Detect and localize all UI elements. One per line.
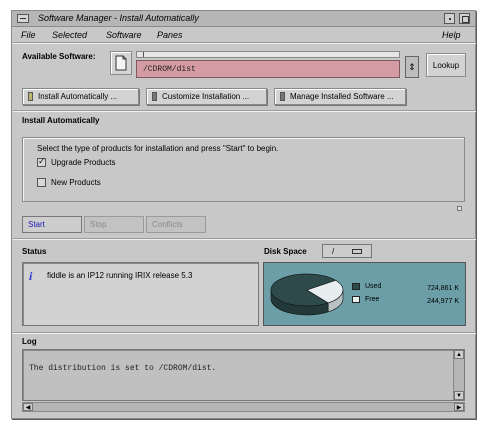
dropdown-indicator-icon: [352, 248, 363, 254]
up-down-arrows-icon: ⇕: [408, 61, 416, 72]
manage-installed-software-label: Manage Installed Software ...: [290, 92, 394, 101]
disk-space-heading: Disk Space: [264, 247, 307, 256]
divider: [13, 238, 476, 240]
instructions-text: Select the type of products for installa…: [37, 144, 279, 153]
menu-file[interactable]: File: [21, 30, 36, 40]
document-icon: [115, 55, 127, 71]
disk-space-panel: Used 724,861 K Free 244,977 K: [263, 262, 466, 326]
menu-selected[interactable]: Selected: [52, 30, 87, 40]
customize-installation-label: Customize Installation ...: [162, 92, 250, 101]
available-software-label: Available Software:: [22, 52, 96, 61]
new-products-label: New Products: [51, 178, 101, 187]
log-text: The distribution is set to /CDROM/dist.: [29, 364, 217, 373]
software-path-field[interactable]: /CDROM/dist: [136, 51, 400, 78]
selected-indicator-icon: [28, 92, 33, 101]
free-swatch: [352, 296, 360, 303]
upgrade-products-checkbox[interactable]: [37, 156, 46, 167]
product-type-panel: Select the type of products for installa…: [22, 137, 465, 202]
minimize-button[interactable]: [444, 13, 455, 24]
conflicts-button[interactable]: Conflicts: [146, 216, 206, 233]
new-products-checkbox[interactable]: [37, 178, 46, 187]
new-products-option[interactable]: New Products: [37, 178, 101, 187]
log-heading: Log: [22, 337, 37, 346]
path-history-spinner[interactable]: ⇕: [405, 56, 419, 78]
log-vertical-scrollbar[interactable]: ▲ ▼: [453, 350, 464, 400]
scroll-right-icon[interactable]: ▶: [454, 403, 464, 411]
free-label: Free: [365, 296, 380, 303]
used-value: 724,861 K: [427, 285, 459, 292]
stop-button[interactable]: Stop: [84, 216, 144, 233]
free-value: 244,977 K: [427, 298, 459, 305]
status-panel: i fiddle is an IP12 running IRIX release…: [22, 262, 259, 326]
mode-indicator-icon: [280, 92, 285, 101]
disk-selector-button[interactable]: /: [322, 244, 372, 258]
upgrade-products-option[interactable]: Upgrade Products: [37, 156, 116, 167]
pane-resize-handle[interactable]: [457, 206, 462, 211]
customize-installation-button[interactable]: Customize Installation ...: [146, 88, 267, 105]
scroll-left-icon[interactable]: ◀: [23, 403, 33, 411]
browse-folder-button[interactable]: [110, 51, 132, 75]
legend-free: Free: [352, 296, 379, 303]
status-heading: Status: [22, 247, 47, 256]
install-automatically-button[interactable]: Install Automatically ...: [22, 88, 139, 105]
scroll-down-icon[interactable]: ▼: [454, 391, 464, 400]
manage-installed-software-button[interactable]: Manage Installed Software ...: [274, 88, 406, 105]
start-button[interactable]: Start: [22, 216, 82, 233]
window-title: Software Manager - Install Automatically: [38, 13, 199, 23]
software-manager-window: Software Manager - Install Automatically…: [11, 10, 476, 419]
log-horizontal-scrollbar[interactable]: ◀ ▶: [22, 402, 465, 412]
window-menu-button[interactable]: [17, 14, 29, 23]
upgrade-products-label: Upgrade Products: [51, 158, 116, 167]
status-message: fiddle is an IP12 running IRIX release 5…: [47, 271, 193, 280]
scroll-up-icon[interactable]: ▲: [454, 350, 464, 359]
path-input[interactable]: /CDROM/dist: [136, 60, 400, 78]
mode-indicator-icon: [152, 92, 157, 101]
used-label: Used: [365, 283, 382, 290]
menu-software[interactable]: Software: [106, 30, 142, 40]
log-panel[interactable]: The distribution is set to /CDROM/dist. …: [22, 349, 465, 401]
title-bar[interactable]: Software Manager - Install Automatically: [12, 11, 475, 27]
info-icon: i: [29, 269, 33, 283]
install-automatically-heading: Install Automatically: [22, 116, 100, 125]
menu-help[interactable]: Help: [442, 30, 461, 40]
divider: [13, 42, 476, 44]
legend-used: Used: [352, 283, 381, 290]
divider: [13, 332, 476, 334]
maximize-button[interactable]: [459, 13, 470, 24]
disk-selector-label: /: [331, 246, 335, 256]
used-swatch: [352, 283, 360, 290]
disk-usage-pie-chart: [270, 273, 344, 316]
menu-panes[interactable]: Panes: [157, 30, 183, 40]
lookup-button[interactable]: Lookup: [426, 53, 466, 77]
divider: [13, 110, 476, 112]
path-ruler: [136, 51, 400, 58]
menu-bar: File Selected Software Panes Help: [12, 28, 475, 42]
install-automatically-label: Install Automatically ...: [38, 92, 118, 101]
